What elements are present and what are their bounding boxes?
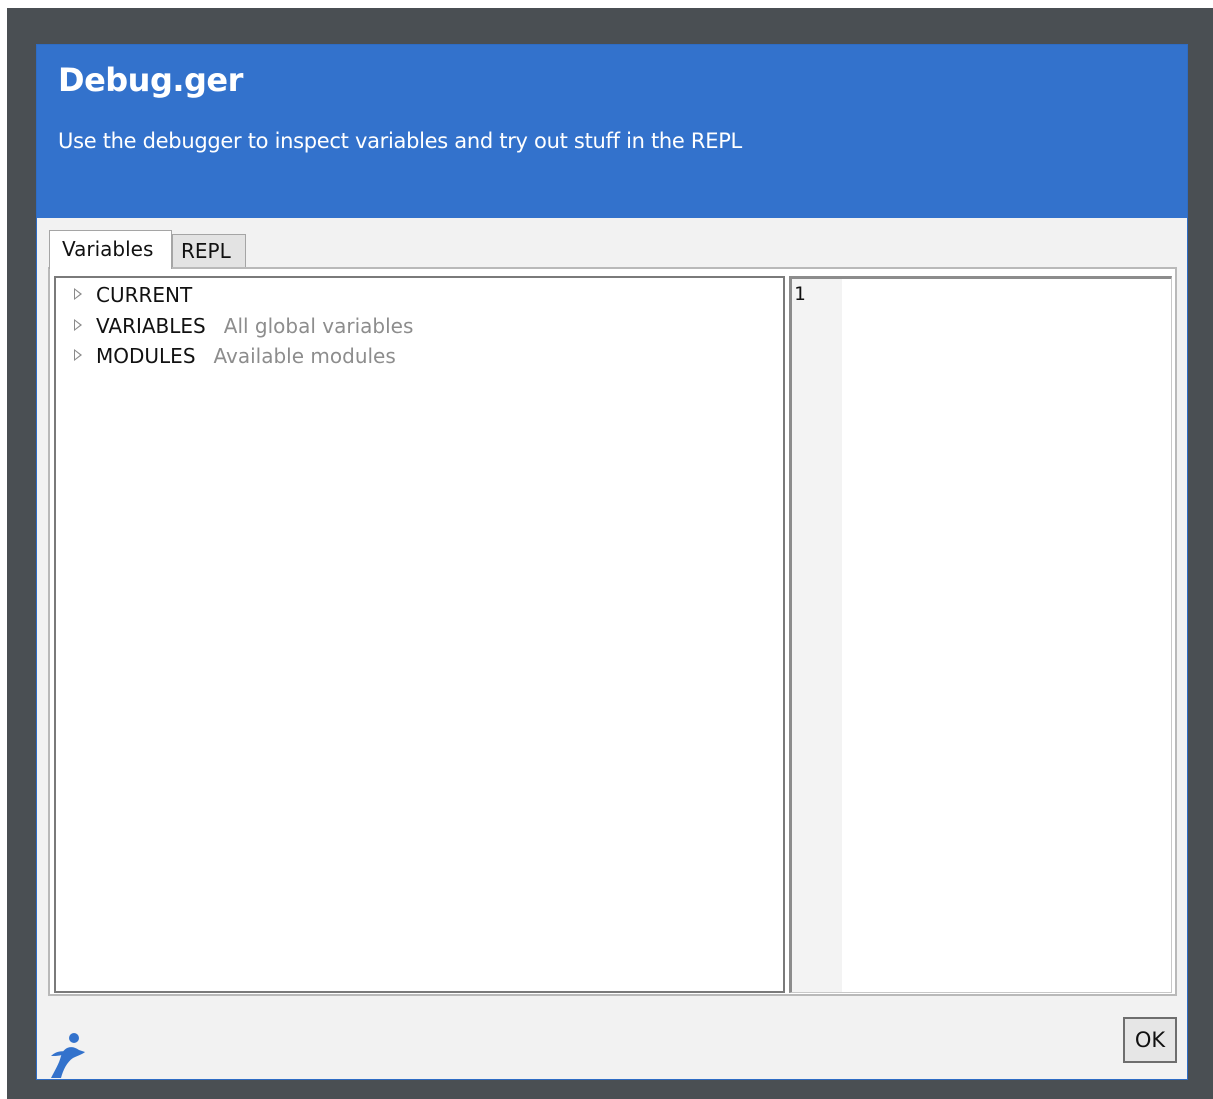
tree-item-variables[interactable]: VARIABLES All global variables xyxy=(74,314,413,344)
ok-button[interactable]: OK xyxy=(1123,1017,1177,1063)
tree-item-name: CURRENT xyxy=(96,283,193,307)
tab-repl[interactable]: REPL xyxy=(172,234,246,268)
tab-bar: Variables REPL xyxy=(49,230,449,269)
dialog-header: Debug.ger Use the debugger to inspect va… xyxy=(37,45,1187,218)
line-number-gutter: 1 xyxy=(792,279,842,992)
tab-variables[interactable]: Variables xyxy=(49,230,172,269)
expand-arrow-icon[interactable] xyxy=(74,288,82,300)
tree-item-description: Available modules xyxy=(213,344,396,368)
debugger-dialog: Debug.ger Use the debugger to inspect va… xyxy=(36,44,1188,1080)
app-logo-icon xyxy=(51,1033,85,1078)
tab-content: CURRENT VARIABLES All global variables MO… xyxy=(48,267,1177,996)
expand-arrow-icon[interactable] xyxy=(74,319,82,331)
tree-item-modules[interactable]: MODULES Available modules xyxy=(74,344,396,374)
tree-item-name: MODULES xyxy=(96,344,196,368)
expand-arrow-icon[interactable] xyxy=(74,349,82,361)
dialog-subtitle: Use the debugger to inspect variables an… xyxy=(58,129,742,153)
tree-item-name: VARIABLES xyxy=(96,314,206,338)
line-number: 1 xyxy=(794,283,806,305)
tree-item-description: All global variables xyxy=(223,314,414,338)
variables-tree[interactable]: CURRENT VARIABLES All global variables MO… xyxy=(54,276,785,993)
tree-item-current[interactable]: CURRENT xyxy=(74,283,210,313)
dialog-title: Debug.ger xyxy=(58,61,243,99)
code-editor[interactable]: 1 xyxy=(789,276,1172,993)
